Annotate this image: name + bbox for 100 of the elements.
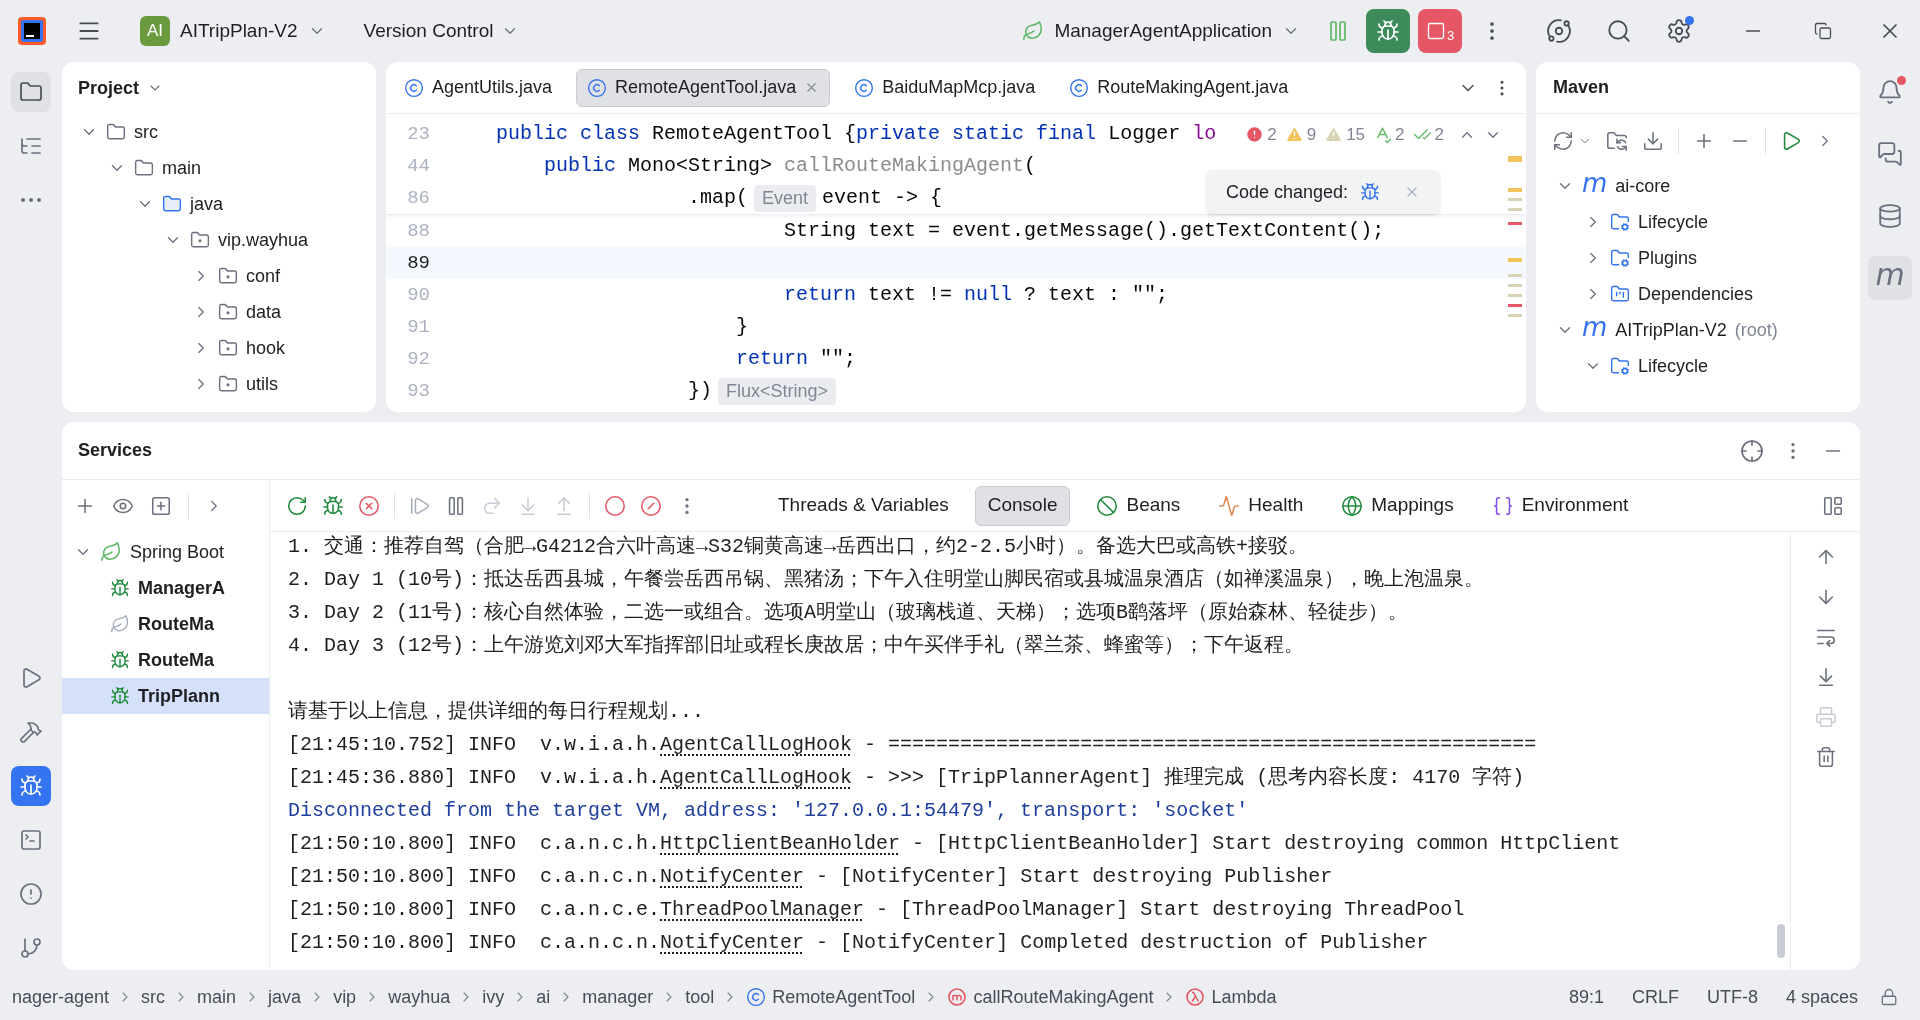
tree-item[interactable]: src — [134, 118, 158, 146]
tree-item[interactable]: AITripPlan-V2 — [1615, 316, 1727, 344]
app-logo[interactable] — [18, 17, 46, 45]
scrollbar-thumb[interactable] — [1777, 924, 1785, 958]
tree-item[interactable]: conf — [246, 262, 281, 290]
logger-link[interactable]: HttpClientBeanHolder — [660, 829, 901, 859]
tree-item[interactable]: java — [190, 190, 224, 218]
breakpoints-icon[interactable] — [604, 494, 626, 517]
run-config-selector[interactable]: ManagerAgentApplication — [1022, 16, 1300, 46]
debug-icon[interactable] — [322, 494, 344, 517]
tree-item[interactable]: Plugins — [1638, 244, 1698, 272]
breadcrumb-item[interactable]: manager — [582, 983, 654, 1011]
service-item[interactable]: TripPlann — [62, 678, 269, 714]
editor-tab[interactable]: RemoteAgentTool.java — [576, 68, 831, 107]
code-line: public Mono<String> callRouteMakingAgent( — [543, 153, 1037, 179]
tree-item[interactable]: hook — [246, 334, 286, 362]
editor-tab[interactable]: RouteMakingAgent.java — [1059, 68, 1299, 107]
indent-setting[interactable]: 4 spaces — [1785, 983, 1858, 1011]
breadcrumb-item[interactable]: ivy — [482, 983, 505, 1011]
debug-tab[interactable]: Beans — [1084, 485, 1193, 526]
inspection-count: 2 — [1395, 124, 1405, 146]
stop-button[interactable]: 3 — [1418, 9, 1462, 53]
new-group-icon[interactable] — [150, 495, 172, 517]
root-label: (root) — [1734, 318, 1778, 342]
download-icon[interactable] — [1642, 130, 1664, 152]
rerun-icon[interactable] — [286, 494, 308, 517]
vcs-menu[interactable]: Version Control — [363, 16, 520, 46]
logger-link[interactable]: NotifyCenter — [660, 862, 805, 892]
bug-icon — [1376, 19, 1400, 43]
maven-tool-button[interactable]: m — [1868, 256, 1912, 300]
inspection-count: 2 — [1267, 124, 1277, 146]
tree-item[interactable]: data — [246, 298, 282, 326]
editor-tab[interactable]: BaiduMapMcp.java — [844, 68, 1046, 107]
reload-icon[interactable] — [1552, 130, 1574, 152]
breadcrumb-item[interactable]: nager-agent — [12, 983, 110, 1011]
layout-icon[interactable] — [1822, 494, 1844, 517]
logger-link[interactable]: AgentCallLogHook — [660, 763, 853, 793]
tree-item[interactable]: Lifecycle — [1638, 208, 1709, 236]
folder-icon — [19, 80, 43, 104]
folder-sync-icon[interactable] — [1606, 130, 1628, 152]
line-number: 91 — [406, 314, 430, 340]
tree-item[interactable]: Lifecycle — [1638, 352, 1709, 380]
log-prefix: [21:50:10.800] INFO c.a.n.c.n. — [288, 930, 661, 956]
debug-tab[interactable]: Environment — [1479, 485, 1641, 526]
locate-icon[interactable] — [1740, 438, 1764, 463]
restore-icon[interactable] — [1814, 22, 1832, 40]
debug-tab[interactable]: Console — [974, 485, 1071, 526]
tree-item[interactable]: Dependencies — [1638, 280, 1754, 308]
service-item[interactable]: RouteMa — [62, 606, 269, 642]
code-line: } — [735, 314, 749, 340]
breadcrumb-item[interactable]: tool — [685, 983, 715, 1011]
tree-item[interactable]: ai-core — [1615, 172, 1671, 200]
debug-tab[interactable]: Threads & Variables — [766, 485, 961, 526]
folder-icon — [134, 158, 154, 178]
debug-tab[interactable]: Mappings — [1329, 485, 1466, 526]
trash-icon[interactable] — [1814, 746, 1837, 768]
debug-tab[interactable]: Health — [1206, 485, 1316, 526]
breadcrumb-item[interactable]: callRouteMakingAgent — [947, 983, 1154, 1011]
service-item[interactable]: RouteMa — [62, 642, 269, 678]
code-line: public class RemoteAgentTool {private static final Logger lo — [496, 121, 1217, 147]
lock-icon[interactable] — [1880, 988, 1898, 1006]
services-tool-button[interactable] — [11, 766, 51, 806]
breadcrumb-item[interactable]: wayhua — [388, 983, 451, 1011]
method-icon — [947, 987, 968, 1007]
breadcrumb-item[interactable]: src — [141, 983, 166, 1011]
logger-link[interactable]: NotifyCenter — [660, 928, 805, 958]
debug-button[interactable] — [1366, 9, 1410, 53]
logger-link[interactable]: ThreadPoolManager — [660, 895, 865, 925]
project-switcher[interactable]: AI AITripPlan-V2 — [140, 16, 326, 46]
cursor-position[interactable]: 89:1 — [1568, 983, 1604, 1011]
search-icon[interactable] — [1606, 18, 1632, 44]
editor-tab[interactable]: AgentUtils.java — [394, 68, 563, 107]
log-message: - [HttpClientBeanHolder] Start destroying common HttpClient — [911, 831, 1621, 857]
bug-icon — [110, 650, 130, 670]
encoding[interactable]: UTF-8 — [1706, 983, 1758, 1011]
settings-icon[interactable] — [1666, 18, 1692, 44]
tree-item[interactable]: vip.wayhua — [218, 226, 309, 254]
line-ending[interactable]: CRLF — [1631, 983, 1679, 1011]
breadcrumb-item[interactable]: ai — [536, 983, 551, 1011]
tree-item[interactable]: Spring Boot — [130, 538, 225, 566]
panel-title: Services — [78, 439, 153, 462]
reload-bug-icon[interactable] — [1360, 182, 1380, 202]
bell-icon — [1877, 79, 1903, 105]
folder-tool-button[interactable] — [11, 72, 51, 112]
stop-icon[interactable] — [358, 494, 380, 517]
breadcrumb-item[interactable]: Lambda — [1185, 983, 1277, 1011]
breadcrumb-item[interactable]: vip — [333, 983, 357, 1011]
package-icon — [218, 302, 238, 322]
mute-breakpoints-icon[interactable] — [640, 494, 662, 517]
logger-link[interactable]: AgentCallLogHook — [660, 730, 853, 760]
breadcrumb-item[interactable]: java — [268, 983, 302, 1011]
tree-item[interactable]: main — [162, 154, 201, 182]
breadcrumb-item[interactable]: RemoteAgentTool — [746, 983, 916, 1011]
log-prefix: [21:45:36.880] INFO v.w.i.a.h. — [288, 765, 661, 791]
hammer-icon — [19, 720, 43, 744]
service-item[interactable]: ManagerA — [62, 570, 269, 606]
tree-item[interactable]: utils — [246, 370, 278, 398]
panel-title[interactable]: Project — [78, 74, 140, 102]
breadcrumb-item[interactable]: main — [197, 983, 237, 1011]
spiral-icon[interactable] — [1546, 18, 1572, 44]
